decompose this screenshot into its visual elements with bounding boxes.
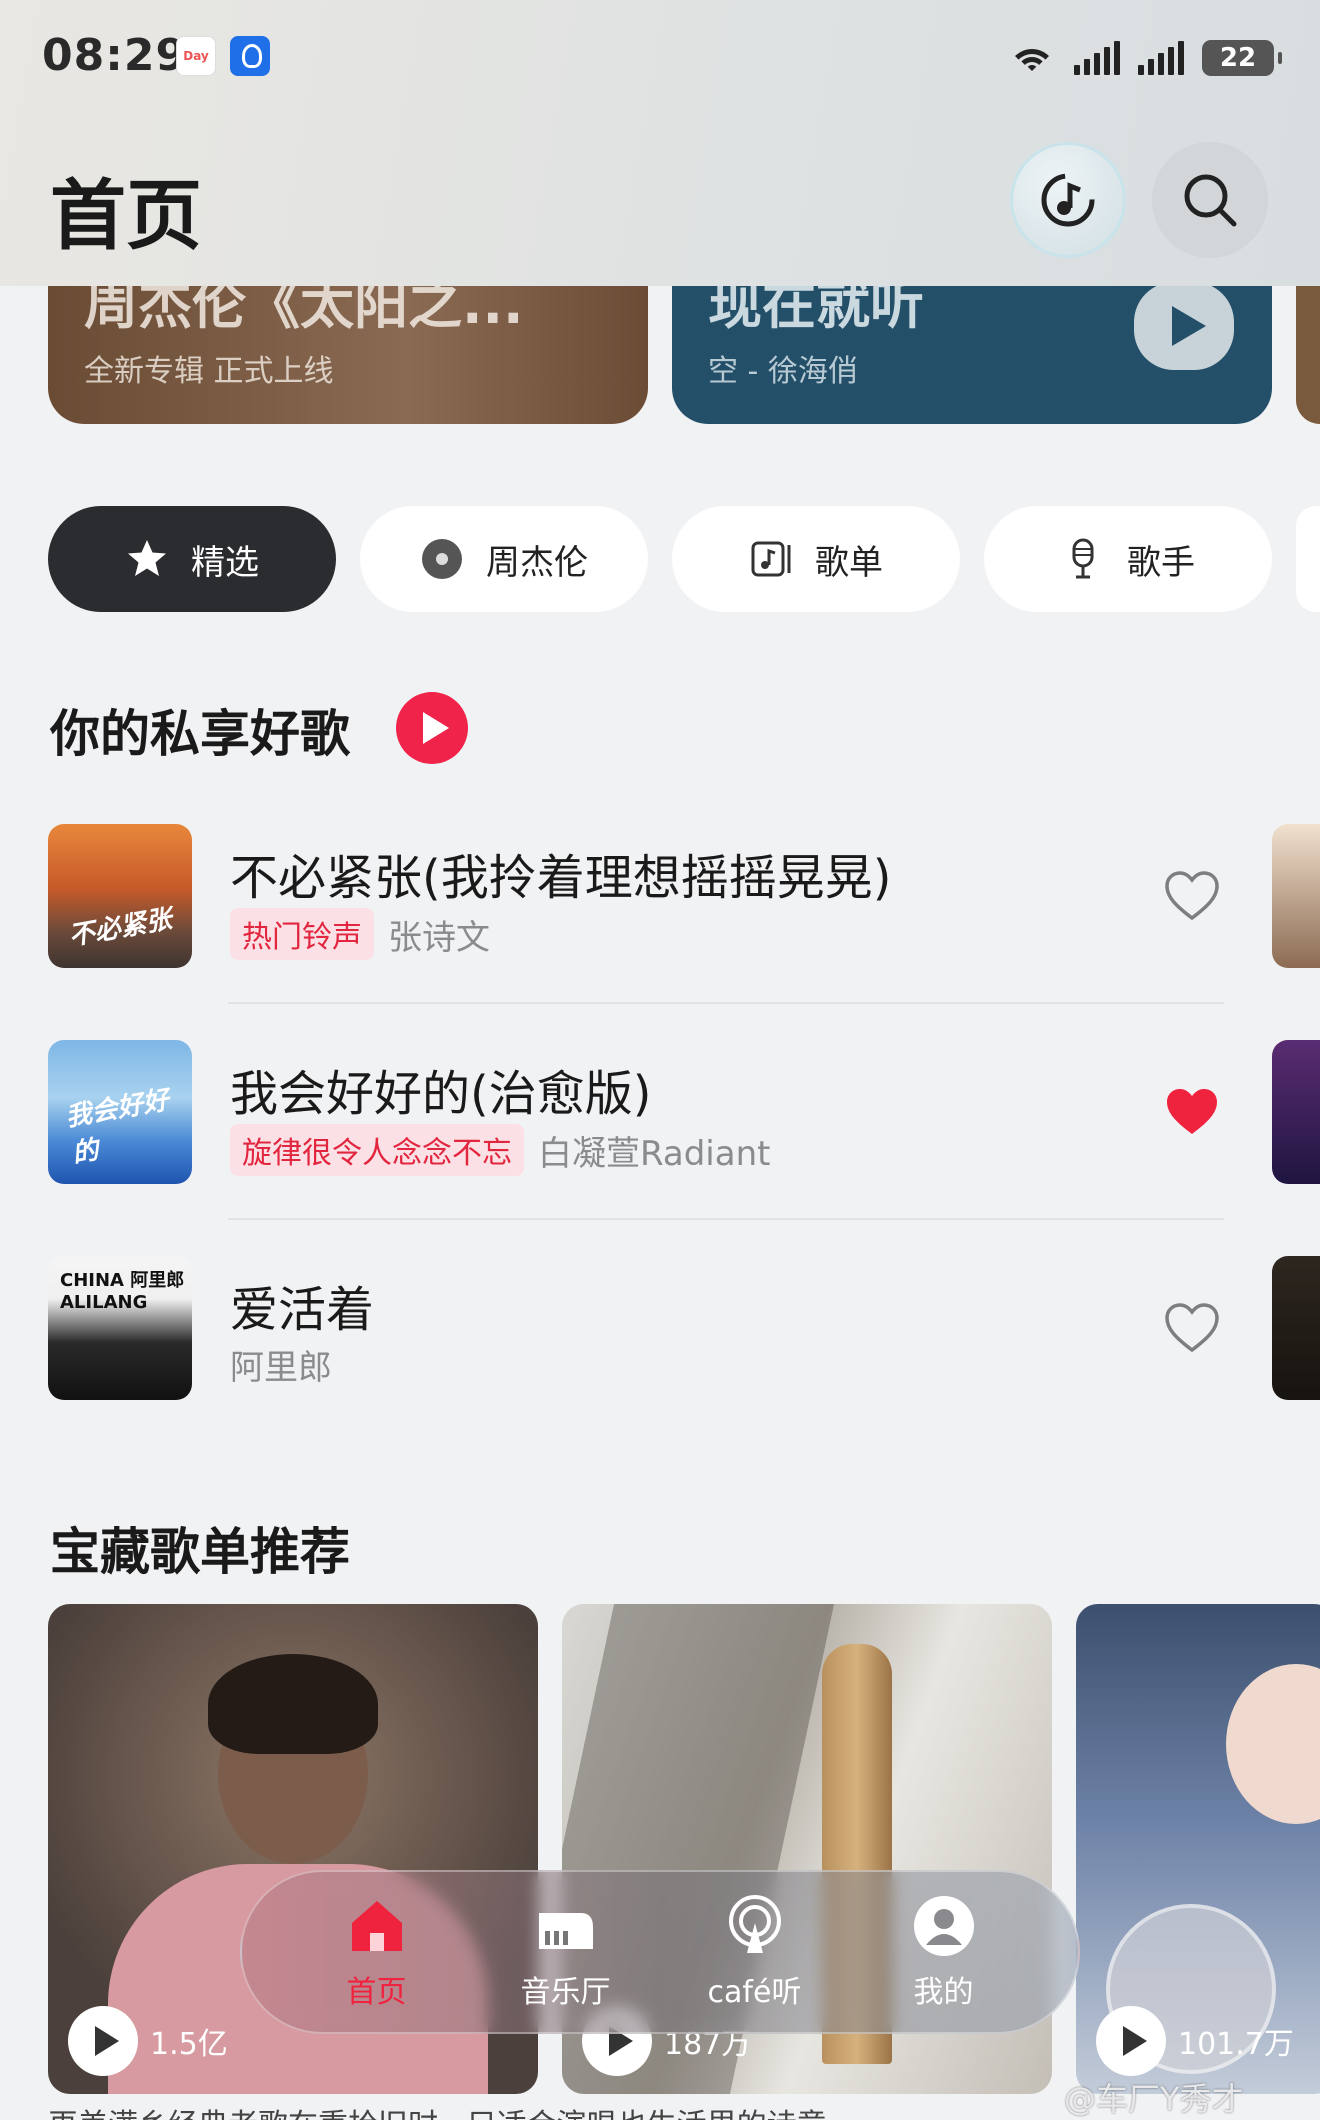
home-icon [351,1901,402,1951]
chip-label: 歌单 [815,542,883,583]
song-title: 不必紧张(我拎着理想摇摇晃晃) [230,850,892,906]
song-meta: 阿里郎 [230,1340,332,1389]
nav-label: 音乐厅 [520,1975,611,2010]
search-icon [1184,174,1237,227]
song-artist: 张诗文 [388,917,490,958]
heart-filled-icon[interactable] [1164,1086,1220,1138]
piano-icon [538,1913,593,1949]
heart-outline-icon[interactable] [1164,1302,1220,1354]
battery-indicator: 22 [1202,40,1282,76]
card-artwork [208,1654,378,1754]
wifi-icon [1008,41,1056,75]
song-row[interactable]: 我会好好的 我会好好的(治愈版) 旋律很令人念念不忘 白凝萱Radiant [48,1040,1248,1186]
cover-text: 不必紧张 [66,904,175,952]
divider [228,1218,1224,1220]
chip-label: 精选 [191,542,259,583]
song-artist: 阿里郎 [230,1348,332,1388]
song-cover: 不必紧张 [48,824,192,968]
banner-play-icon[interactable] [1134,282,1234,370]
next-column-cover-peek[interactable] [1272,1040,1320,1184]
nav-music-hall[interactable]: 音乐厅 [486,1893,646,2011]
heart-outline-icon[interactable] [1164,870,1220,922]
chip-jay-chou[interactable]: 周杰伦 [360,506,648,612]
chip-more-peek[interactable] [1296,506,1320,612]
chip-featured[interactable]: 精选 [48,506,336,612]
cover-text: CHINA 阿里郎 ALILANG [60,1270,185,1313]
signal-icon [1074,41,1120,75]
playlist-descriptions: 再美满乡经典老歌在重拾旧时 · 只适合演唱也生活里的诗意 [48,2100,827,2120]
song-artist: 白凝萱Radiant [538,1133,771,1174]
star-icon [128,540,166,576]
song-title: 爱活着 [230,1282,375,1338]
music-recognition-icon [1041,173,1095,227]
watermark: @车厂Y秀才 [1064,2080,1244,2118]
chip-singer[interactable]: 歌手 [984,506,1272,612]
nav-cafe-listen[interactable]: café听 [675,1893,835,2011]
song-tag: 旋律很令人念念不忘 [230,1124,524,1176]
status-time: 08:29 [42,30,188,81]
play-all-button[interactable] [396,692,468,764]
play-count: 101.7万 [1096,2006,1294,2076]
song-tag: 热门铃声 [230,908,374,960]
nav-label: café听 [707,1975,802,2010]
playlist-icon [751,541,791,577]
song-row[interactable]: 不必紧张 不必紧张(我拎着理想摇摇晃晃) 热门铃声 张诗文 [48,824,1248,970]
song-cover: 我会好好的 [48,1040,192,1184]
banner-subtitle: 空 - 徐海俏 [708,354,858,389]
play-count: 1.5亿 [68,2006,228,2076]
section-title-private-songs: 你的私享好歌 [50,705,350,763]
next-column-cover-peek[interactable] [1272,824,1320,968]
app-header: 08:29 Day 22 首页 [0,0,1320,286]
song-meta: 旋律很令人念念不忘 白凝萱Radiant [230,1124,770,1176]
chip-label: 歌手 [1127,542,1195,583]
search-button[interactable] [1152,142,1268,258]
lightbulb-app-icon [230,36,270,76]
chip-label: 周杰伦 [486,542,588,583]
nav-home[interactable]: 首页 [297,1893,457,2011]
chip-playlist[interactable]: 歌单 [672,506,960,612]
card-artwork [1226,1664,1320,1824]
next-column-cover-peek[interactable] [1272,1256,1320,1400]
nav-label: 我的 [913,1975,974,2010]
nav-mine[interactable]: 我的 [864,1893,1024,2011]
playlist-card[interactable]: 101.7万 [1076,1604,1320,2094]
play-icon[interactable] [68,2006,138,2076]
divider [228,1002,1224,1004]
profile-icon [913,1896,974,1956]
play-icon[interactable] [1096,2006,1166,2076]
song-row[interactable]: CHINA 阿里郎 ALILANG 爱活着 阿里郎 [48,1256,1248,1402]
status-indicators: 22 [1008,38,1282,78]
play-count-value: 101.7万 [1178,2027,1294,2062]
play-count-value: 1.5亿 [150,2027,228,2062]
song-title: 我会好好的(治愈版) [230,1066,652,1122]
nav-label: 首页 [346,1975,407,2010]
podcast-icon [728,1895,781,1953]
banner-subtitle: 全新专辑 正式上线 [84,354,334,389]
section-title-playlists: 宝藏歌单推荐 [50,1523,350,1581]
song-cover: CHINA 阿里郎 ALILANG [48,1256,192,1400]
bottom-navigation: 首页 音乐厅 café听 我的 [240,1870,1080,2034]
cover-text: 我会好好的 [63,1085,172,1170]
artist-vinyl-icon [422,539,462,579]
day-app-icon: Day [176,36,216,76]
song-meta: 热门铃声 张诗文 [230,908,490,960]
signal-roaming-icon [1138,41,1184,75]
music-recognition-button[interactable] [1010,142,1126,258]
page-title: 首页 [50,171,202,260]
microphone-icon [1072,538,1094,579]
